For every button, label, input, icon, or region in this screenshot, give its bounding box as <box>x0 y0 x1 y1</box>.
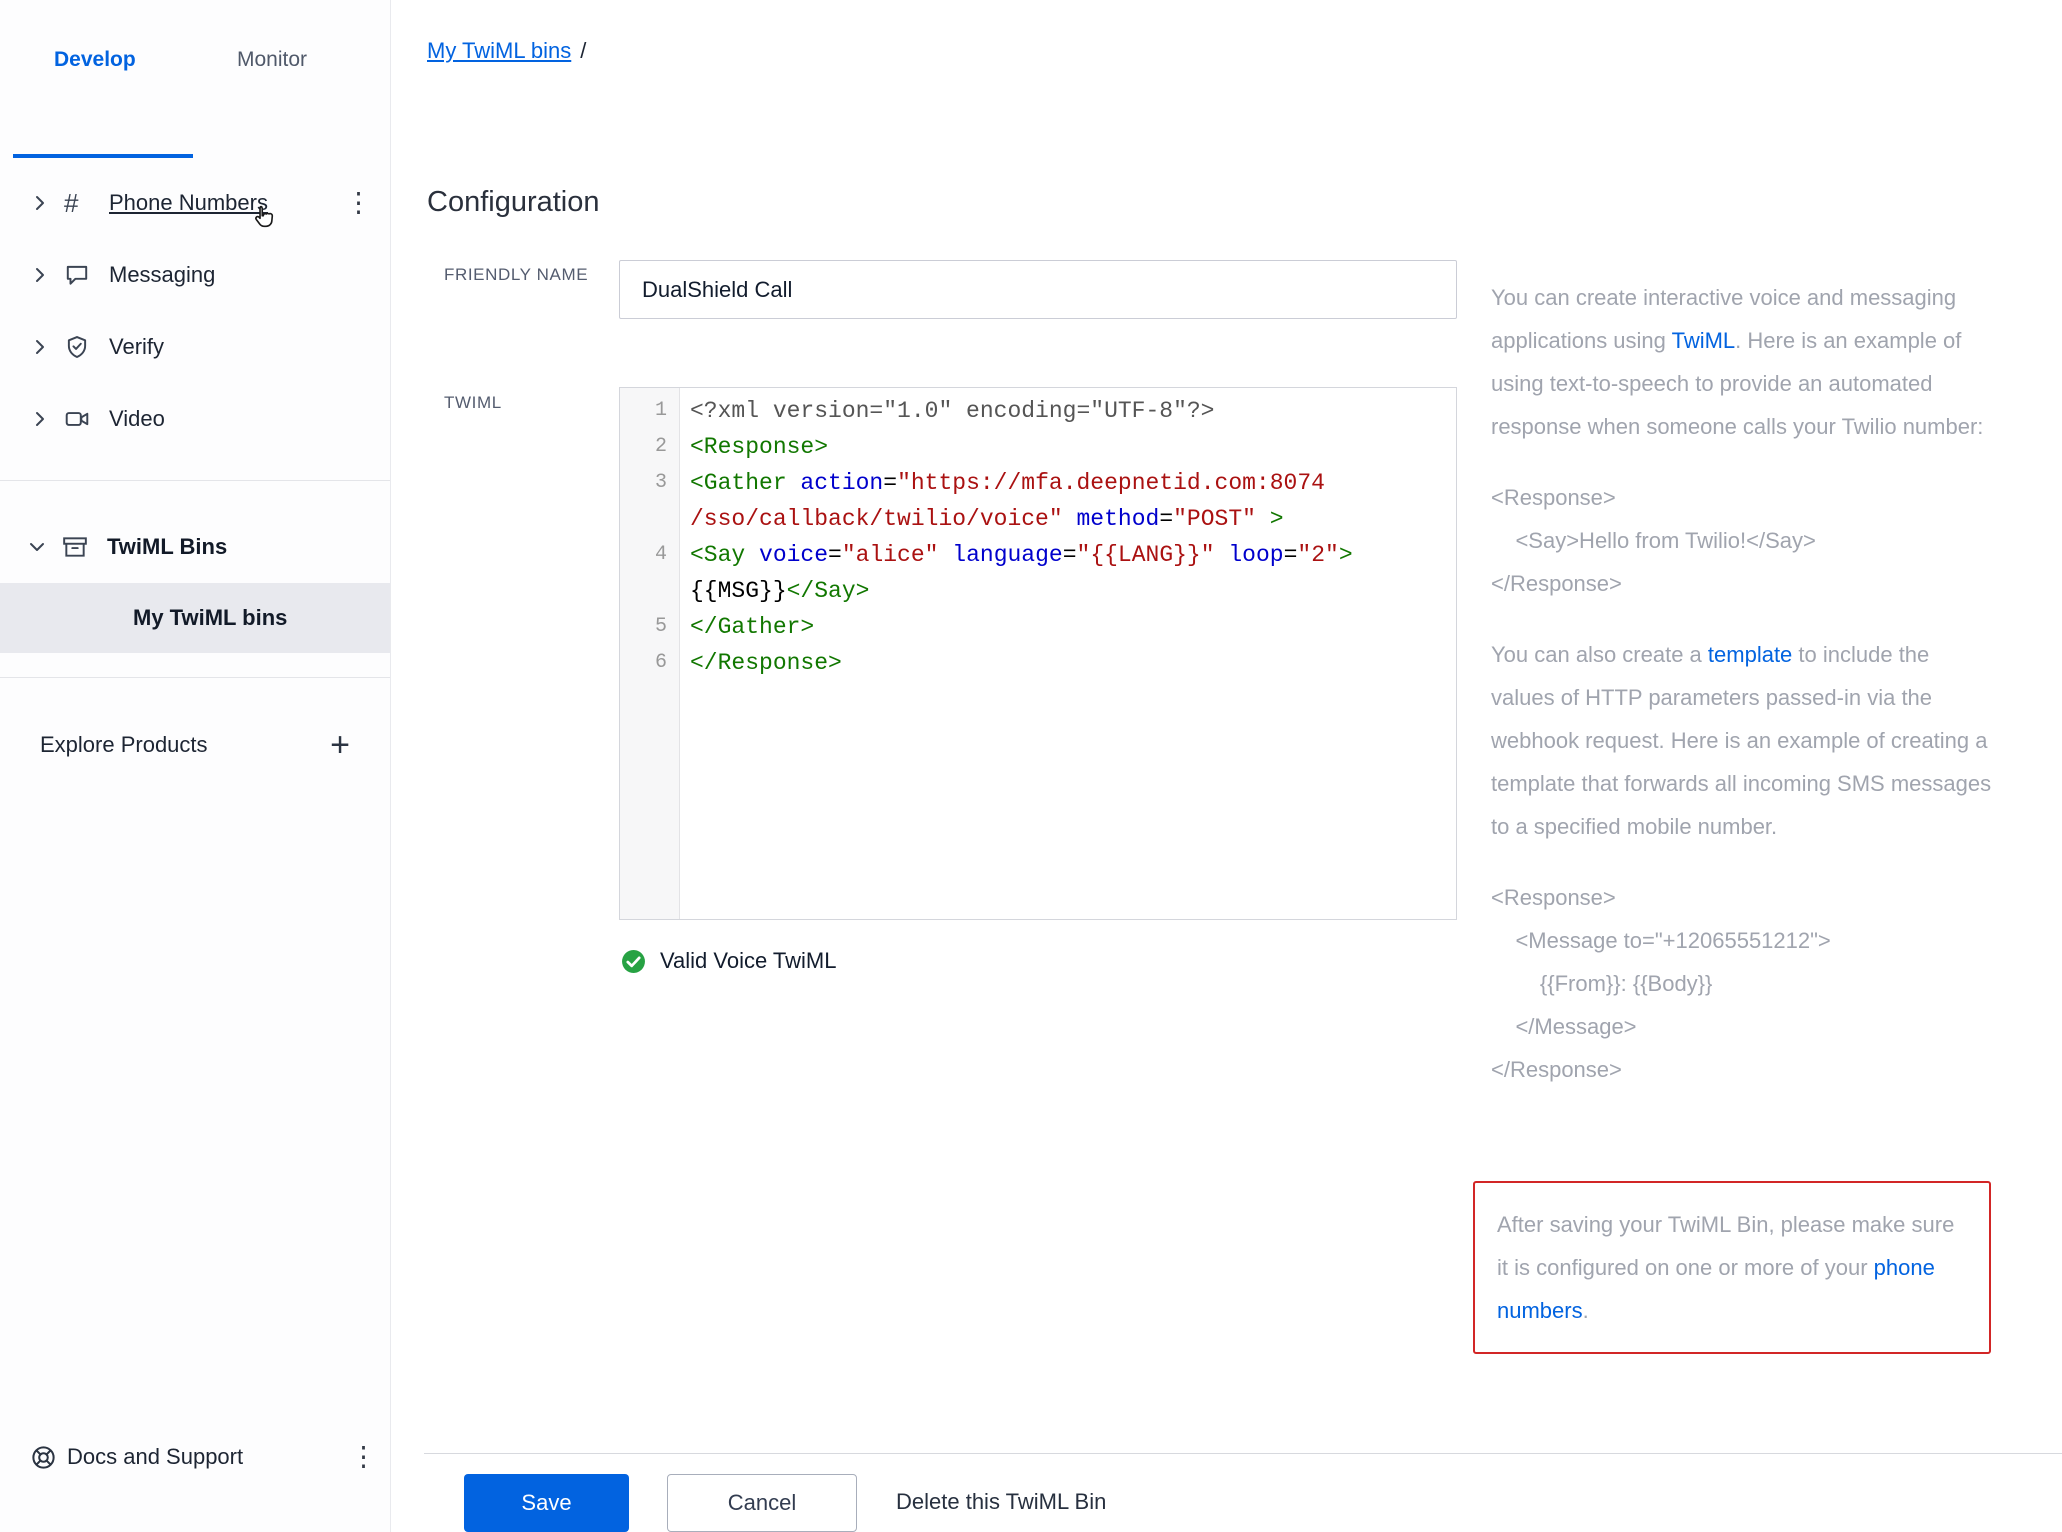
sidebar-nav: # Phone Numbers ⋮ Messaging <box>0 167 390 455</box>
help-code-sample-voice: <Response> <Say>Hello from Twilio!</Say>… <box>1491 476 1993 605</box>
tab-develop-active-indicator <box>13 154 193 158</box>
friendly-name-label: FRIENDLY NAME <box>444 262 594 288</box>
friendly-name-input[interactable] <box>619 260 1457 319</box>
help-code-sample-sms: <Response> <Message to="+12065551212"> {… <box>1491 876 1993 1091</box>
video-camera-icon <box>64 406 98 432</box>
help-paragraph: You can also create a template to includ… <box>1491 633 1993 848</box>
life-ring-icon <box>30 1444 57 1471</box>
tab-develop[interactable]: Develop <box>54 48 136 72</box>
phone-number-notice-box: After saving your TwiML Bin, please make… <box>1473 1181 1991 1354</box>
chevron-right-icon[interactable] <box>33 194 51 212</box>
save-button[interactable]: Save <box>464 1474 629 1532</box>
help-column: You can create interactive voice and mes… <box>1491 276 1993 1119</box>
docs-support-label[interactable]: Docs and Support <box>67 1444 243 1470</box>
inline-link[interactable]: template <box>1708 642 1792 667</box>
sidebar-item-label[interactable]: TwiML Bins <box>107 534 227 560</box>
breadcrumb-link-my-twiml-bins[interactable]: My TwiML bins <box>427 38 571 63</box>
docs-support-row[interactable]: Docs and Support ⋮ <box>0 1424 390 1490</box>
twiml-code-editor[interactable]: 1<?xml version="1.0" encoding="UTF-8"?>2… <box>619 387 1457 920</box>
explore-products-label[interactable]: Explore Products <box>40 732 330 758</box>
twiml-label: TWIML <box>444 390 594 416</box>
validation-status: Valid Voice TwiML <box>621 948 837 974</box>
hash-icon: # <box>64 188 98 219</box>
sidebar-subitem-label[interactable]: My TwiML bins <box>133 605 287 631</box>
page-title: Configuration <box>427 186 600 219</box>
sidebar-item-messaging[interactable]: Messaging <box>0 239 390 311</box>
sidebar-item-my-twiml-bins[interactable]: My TwiML bins <box>0 583 390 653</box>
help-paragraph: You can create interactive voice and mes… <box>1491 276 1993 448</box>
inline-link[interactable]: TwiML <box>1672 328 1736 353</box>
delete-twiml-bin-link[interactable]: Delete this TwiML Bin <box>896 1489 1106 1515</box>
sidebar-item-video[interactable]: Video <box>0 383 390 455</box>
sidebar-item-verify[interactable]: Verify <box>0 311 390 383</box>
chevron-down-icon[interactable] <box>29 538 47 556</box>
chevron-right-icon[interactable] <box>33 410 51 428</box>
tab-monitor[interactable]: Monitor <box>237 48 307 72</box>
sidebar: Develop Monitor # Phone Numbers ⋮ Me <box>0 0 391 1532</box>
shield-check-icon <box>64 334 98 360</box>
sidebar-item-label[interactable]: Messaging <box>109 262 215 288</box>
notice-text: After saving your TwiML Bin, please make… <box>1497 1212 1954 1323</box>
twiml-editor-lines: 1<?xml version="1.0" encoding="UTF-8"?>2… <box>620 393 1456 681</box>
sidebar-item-label[interactable]: Phone Numbers <box>109 190 268 216</box>
breadcrumb: My TwiML bins / <box>427 38 586 64</box>
sidebar-item-phone-numbers[interactable]: # Phone Numbers ⋮ <box>0 167 390 239</box>
app-root: Develop Monitor # Phone Numbers ⋮ Me <box>0 0 2062 1532</box>
cancel-button[interactable]: Cancel <box>667 1474 857 1532</box>
sidebar-item-label[interactable]: Video <box>109 406 165 432</box>
explore-products-row: Explore Products + <box>0 712 390 778</box>
bin-box-icon <box>62 534 96 560</box>
kebab-menu-icon[interactable]: ⋮ <box>350 1444 377 1471</box>
sidebar-item-twiml-bins[interactable]: TwiML Bins <box>0 511 390 583</box>
valid-check-icon <box>621 949 646 974</box>
chevron-right-icon[interactable] <box>33 266 51 284</box>
sidebar-divider <box>0 677 390 678</box>
kebab-menu-icon[interactable]: ⋮ <box>345 190 372 217</box>
plus-icon[interactable]: + <box>330 728 350 762</box>
sidebar-divider <box>0 480 390 481</box>
chevron-right-icon[interactable] <box>33 338 51 356</box>
validation-message: Valid Voice TwiML <box>660 948 837 974</box>
sidebar-item-label[interactable]: Verify <box>109 334 164 360</box>
chat-bubble-icon <box>64 262 98 288</box>
sidebar-tabs: Develop Monitor <box>0 48 390 108</box>
breadcrumb-separator: / <box>580 38 586 63</box>
